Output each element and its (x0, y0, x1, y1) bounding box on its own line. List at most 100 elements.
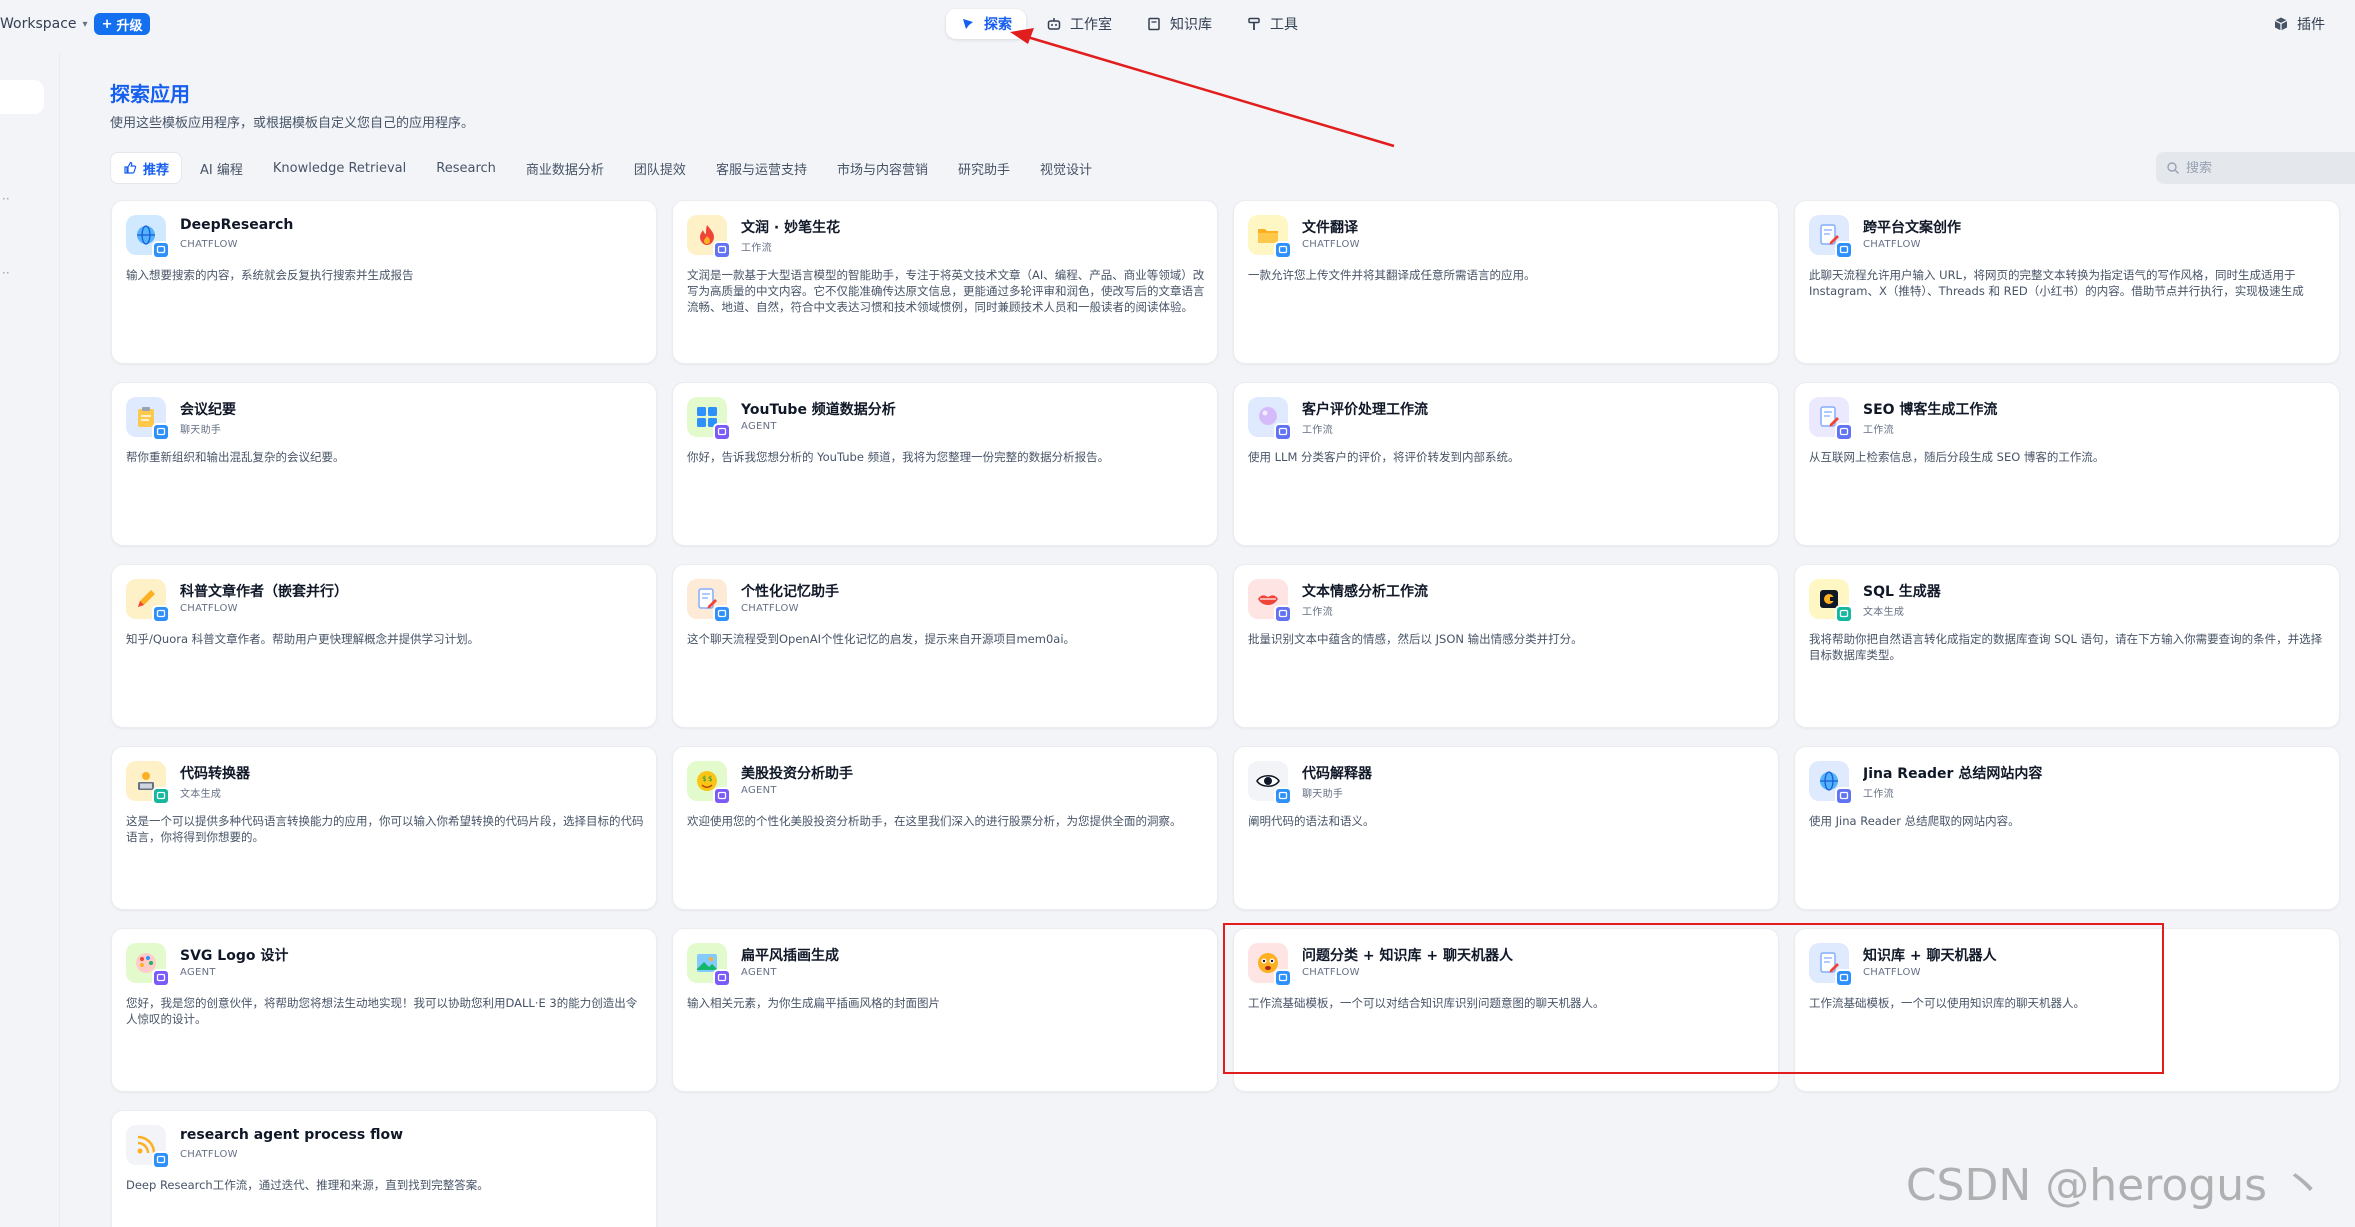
app-mode: AGENT (741, 421, 777, 432)
mode-badge-icon (1835, 423, 1853, 441)
app-name: 跨平台文案创作 (1863, 220, 1961, 236)
app-mode: 聊天助手 (180, 425, 222, 436)
app-card[interactable]: Jina Reader 总结网站内容 工作流 使用 Jina Reader 总结爬取… (1794, 746, 2340, 910)
app-mode: CHATFLOW (180, 1149, 238, 1160)
search-icon (2167, 162, 2179, 174)
nav-studio[interactable]: 工作室 (1032, 9, 1126, 39)
nav-knowledge[interactable]: 知识库 (1132, 9, 1226, 39)
app-name: SQL 生成器 (1863, 584, 1941, 600)
mode-badge-icon (1274, 423, 1292, 441)
plus-icon: + (101, 16, 113, 32)
app-card[interactable]: 会议纪要 聊天助手 帮你重新组织和输出混乱复杂的会议纪要。 (111, 382, 657, 546)
app-name: research agent process flow (180, 1127, 404, 1143)
page-title: 探索应用 (110, 82, 190, 106)
app-card[interactable]: 跨平台文案创作 CHATFLOW 此聊天流程允许用户输入 URL，将网页的完整文本转… (1794, 200, 2340, 364)
tab-label: 商业数据分析 (525, 162, 604, 178)
mode-badge-icon (1835, 787, 1853, 805)
app-name: 个性化记忆助手 (741, 584, 839, 600)
app-card[interactable]: research agent process flow CHATFLOW Deep … (111, 1110, 657, 1227)
app-card[interactable]: 代码转换器 文本生成 这是一个可以提供多种代码语言转换能力的应用，你可以输入你希望转… (111, 746, 657, 910)
tab-ai-coding[interactable]: AI 编程 (188, 152, 255, 184)
app-card[interactable]: YouTube 频道数据分析 AGENT 你好，告诉我您想分析的 YouTube 频… (672, 382, 1218, 546)
app-mode: 工作流 (1302, 607, 1333, 618)
tab-business-analysis[interactable]: 商业数据分析 (514, 152, 616, 184)
app-description: 从互联网上检索信息，随后分段生成 SEO 博客的工作流。 (1809, 450, 2105, 464)
nav-tools[interactable]: 工具 (1232, 9, 1312, 39)
mode-badge-icon (1835, 241, 1853, 259)
app-mode: 工作流 (1863, 425, 1894, 436)
app-card[interactable]: 文件翻译 CHATFLOW 一款允许您上传文件并将其翻译成任意所需语言的应用。 (1233, 200, 1779, 364)
tab-research[interactable]: Research (424, 152, 508, 184)
plugins-button[interactable]: 插件 (2273, 14, 2325, 34)
workspace-switcher[interactable]: Workspace ▾ + 升级 (0, 12, 151, 36)
app-card[interactable]: 客户评价处理工作流 工作流 使用 LLM 分类客户的评价，将评价转发到内部系统。 (1233, 382, 1779, 546)
app-card[interactable]: SQL 生成器 文本生成 我将帮助你把自然语言转化成指定的数据库查询 SQL 语句，… (1794, 564, 2340, 728)
app-card[interactable]: SEO 博客生成工作流工作流从互联网上检索信息，随后分段生成 SEO 博客的工作… (1794, 382, 2340, 546)
tab-label: AI 编程 (200, 162, 243, 178)
mode-badge-icon (713, 787, 731, 805)
svg-text:$: $ (702, 775, 706, 783)
nav-studio-label: 工作室 (1070, 17, 1112, 33)
chevron-down-icon: ▾ (82, 18, 88, 30)
thumbs-up-icon (124, 161, 137, 174)
tab-label: 团队提效 (633, 162, 686, 178)
app-name: 会议纪要 (180, 402, 236, 418)
book-icon (1148, 17, 1160, 31)
tab-recommended[interactable]: 推荐 (110, 152, 183, 184)
app-name: 科普文章作者（嵌套并行） (180, 584, 348, 600)
app-mode: 文本生成 (1863, 607, 1905, 618)
app-name: SEO 博客生成工作流 (1863, 402, 1998, 418)
app-name: 文本情感分析工作流 (1302, 584, 1428, 600)
app-name: 客户评价处理工作流 (1302, 402, 1428, 418)
app-name: SVG Logo 设计 (180, 948, 289, 964)
nav-tools-label: 工具 (1270, 17, 1298, 33)
app-card[interactable]: 科普文章作者（嵌套并行） CHATFLOW 知乎/Quora 科普文章作者。帮助用户… (111, 564, 657, 728)
app-description: 阐明代码的语法和语义。 (1248, 814, 1375, 828)
tab-customer-support[interactable]: 客服与运营支持 (704, 152, 819, 184)
app-mode: AGENT (180, 967, 216, 978)
tab-visual-design[interactable]: 视觉设计 (1028, 152, 1104, 184)
tab-knowledge-retrieval[interactable]: Knowledge Retrieval (261, 152, 418, 184)
mode-badge-icon (152, 969, 170, 987)
app-name: 代码解释器 (1302, 766, 1372, 782)
app-card[interactable]: 扁平风插画生成 AGENT 输入相关元素，为你生成扁平插画风格的封面图片 (672, 928, 1218, 1092)
search-input[interactable] (2186, 160, 2346, 176)
cube-icon (2274, 17, 2288, 31)
app-card[interactable]: $ $ 美股投资分析助手 AGENT 欢迎使用您的个性化美股投资分析助手，在这里我们深入… (672, 746, 1218, 910)
app-name: 美股投资分析助手 (741, 766, 853, 782)
app-description: 一款允许您上传文件并将其翻译成任意所需语言的应用。 (1248, 268, 1536, 282)
mode-badge-icon (152, 605, 170, 623)
sidebar-selected-item[interactable] (0, 80, 44, 114)
nav-explore[interactable]: 探索 (946, 9, 1026, 39)
robot-icon (1047, 18, 1061, 30)
tab-marketing[interactable]: 市场与内容营销 (825, 152, 940, 184)
app-card[interactable]: DeepResearch CHATFLOW 输入想要搜索的内容，系统就会反复执行搜索… (111, 200, 657, 364)
app-card[interactable]: SVG Logo 设计 AGENT 您好，我是您的创意伙伴，将帮助您将想法生动地实现… (111, 928, 657, 1092)
mode-badge-icon (152, 787, 170, 805)
upgrade-label: 升级 (116, 18, 143, 34)
app-description: 输入想要搜索的内容，系统就会反复执行搜索并生成报告 (126, 268, 414, 282)
app-card[interactable]: 个性化记忆助手 CHATFLOW 这个聊天流程受到OpenAI个性化记忆的启发，提示… (672, 564, 1218, 728)
app-description: 这个聊天流程受到OpenAI个性化记忆的启发，提示来自开源项目mem0ai。 (687, 632, 1076, 646)
more-icon[interactable]: ·· (2, 266, 10, 280)
tab-label: 研究助手 (957, 162, 1010, 178)
app-card[interactable]: 代码解释器 聊天助手 阐明代码的语法和语义。 (1233, 746, 1779, 910)
workspace-name: Workspace (0, 16, 77, 32)
more-icon[interactable]: ·· (2, 192, 10, 206)
nav-knowledge-label: 知识库 (1170, 17, 1212, 33)
app-mode: CHATFLOW (180, 603, 238, 614)
app-description: 这是一个可以提供多种代码语言转换能力的应用，你可以输入你希望转换的代码片段，选择… (126, 814, 644, 844)
app-name: 扁平风插画生成 (741, 948, 839, 964)
tab-research-assistant[interactable]: 研究助手 (946, 152, 1022, 184)
app-card[interactable]: 文本情感分析工作流 工作流 批量识别文本中蕴含的情感，然后以 JSON 输出情感分类… (1233, 564, 1779, 728)
app-description: 你好，告诉我您想分析的 YouTube 频道，我将为您整理一份完整的数据分析报告… (687, 450, 1110, 464)
category-tabs: 推荐 AI 编程 Knowledge Retrieval Research 商业… (110, 152, 1104, 184)
search-box[interactable] (2156, 152, 2355, 184)
upgrade-button[interactable]: + 升级 (93, 13, 151, 35)
app-mode: CHATFLOW (1302, 239, 1360, 250)
app-name: DeepResearch (180, 217, 294, 233)
tab-team-efficiency[interactable]: 团队提效 (622, 152, 698, 184)
mode-badge-icon (713, 605, 731, 623)
main-nav: 探索 工作室 知识库 工具 (946, 8, 1312, 40)
app-card[interactable]: 文润 · 妙笔生花 工作流 文润是一款基于大型语言模型的智能助手，专注于将英文技术文… (672, 200, 1218, 364)
